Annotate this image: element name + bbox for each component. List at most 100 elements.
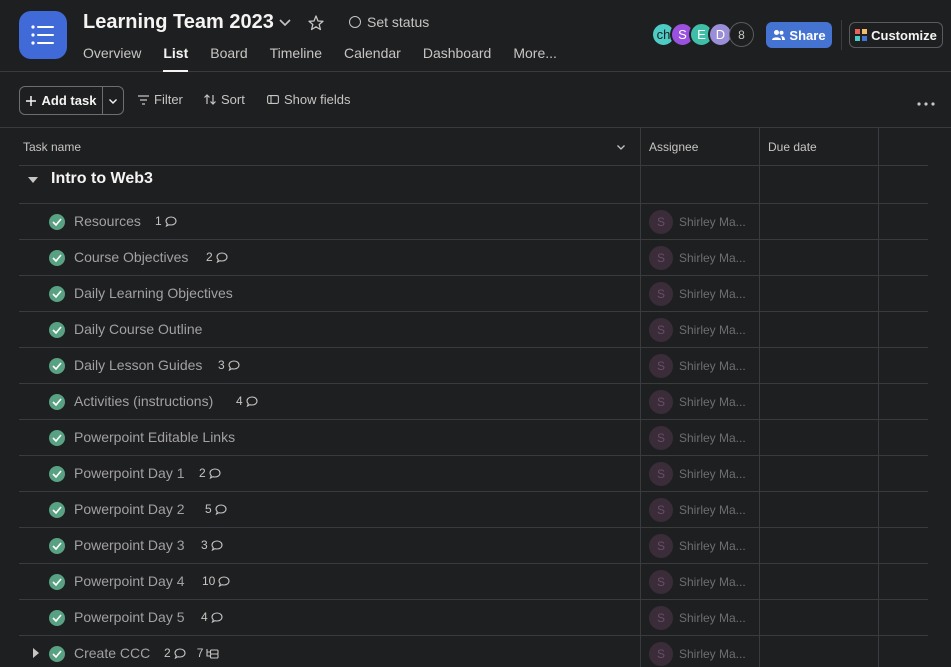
due-date-cell[interactable] (760, 312, 879, 348)
comment-count[interactable]: 5 (205, 502, 227, 516)
comment-count[interactable]: 2 (199, 466, 221, 480)
tab-list[interactable]: List (163, 45, 188, 72)
task-name[interactable]: Powerpoint Day 3 (74, 537, 185, 553)
due-date-cell[interactable] (760, 348, 879, 384)
due-date-cell[interactable] (760, 600, 879, 636)
due-date-cell[interactable] (760, 204, 879, 240)
member-avatars[interactable]: ch S E D 8 (651, 22, 754, 47)
task-row[interactable]: Daily Course Outline S Shirley Ma... (19, 312, 928, 348)
task-name[interactable]: Daily Course Outline (74, 321, 202, 337)
column-assignee[interactable]: Assignee (649, 128, 698, 166)
task-row[interactable]: Daily Lesson Guides 3 S Shirley Ma... (19, 348, 928, 384)
task-name[interactable]: Daily Lesson Guides (74, 357, 202, 373)
sort-button[interactable]: Sort (204, 92, 245, 107)
task-name[interactable]: Powerpoint Day 4 (74, 573, 185, 589)
comment-count[interactable]: 10 (202, 574, 230, 588)
task-name[interactable]: Powerpoint Editable Links (74, 429, 235, 445)
due-date-cell[interactable] (760, 492, 879, 528)
more-options-icon[interactable] (917, 90, 935, 111)
tab-dashboard[interactable]: Dashboard (423, 45, 492, 72)
task-name[interactable]: Course Objectives (74, 249, 188, 265)
tab-timeline[interactable]: Timeline (270, 45, 322, 72)
tab-calendar[interactable]: Calendar (344, 45, 401, 72)
completed-check-icon[interactable] (49, 646, 65, 662)
assignee-cell[interactable]: S Shirley Ma... (649, 210, 749, 234)
assignee-cell[interactable]: S Shirley Ma... (649, 426, 749, 450)
task-row[interactable]: Powerpoint Day 1 2 S Shirley Ma... (19, 456, 928, 492)
assignee-cell[interactable]: S Shirley Ma... (649, 462, 749, 486)
assignee-cell[interactable]: S Shirley Ma... (649, 246, 749, 270)
task-row[interactable]: Activities (instructions) 4 S Shirley Ma... (19, 384, 928, 420)
tab-more[interactable]: More... (513, 45, 557, 72)
task-name[interactable]: Resources (74, 213, 141, 229)
completed-check-icon[interactable] (49, 430, 65, 446)
completed-check-icon[interactable] (49, 502, 65, 518)
comment-count[interactable]: 4 (236, 394, 258, 408)
show-fields-button[interactable]: Show fields (267, 92, 350, 107)
due-date-cell[interactable] (760, 276, 879, 312)
assignee-cell[interactable]: S Shirley Ma... (649, 642, 749, 666)
comment-count[interactable]: 3 (218, 358, 240, 372)
task-row[interactable]: Powerpoint Editable Links S Shirley Ma... (19, 420, 928, 456)
task-name[interactable]: Powerpoint Day 2 (74, 501, 185, 517)
task-row[interactable]: Resources 1 S Shirley Ma... (19, 204, 928, 240)
project-title[interactable]: Learning Team 2023 (83, 11, 274, 34)
comment-count[interactable]: 1 (155, 214, 177, 228)
member-count[interactable]: 8 (729, 22, 754, 47)
task-name[interactable]: Create CCC (74, 645, 150, 661)
tab-board[interactable]: Board (210, 45, 247, 72)
due-date-cell[interactable] (760, 564, 879, 600)
task-name[interactable]: Daily Learning Objectives (74, 285, 233, 301)
list-app-icon[interactable] (19, 11, 67, 59)
completed-check-icon[interactable] (49, 358, 65, 374)
share-button[interactable]: Share (766, 22, 832, 48)
task-row[interactable]: Course Objectives 2 S Shirley Ma... (19, 240, 928, 276)
due-date-cell[interactable] (760, 240, 879, 276)
column-due-date[interactable]: Due date (768, 128, 817, 166)
customize-button[interactable]: Customize (849, 22, 943, 48)
comment-count[interactable]: 2 (206, 250, 228, 264)
star-icon[interactable] (307, 14, 325, 32)
add-task-dropdown[interactable] (103, 87, 123, 114)
task-row[interactable]: Powerpoint Day 3 3 S Shirley Ma... (19, 528, 928, 564)
assignee-cell[interactable]: S Shirley Ma... (649, 534, 749, 558)
due-date-cell[interactable] (760, 636, 879, 667)
task-row[interactable]: Create CCC 2 7 S Shirley Ma... (19, 636, 928, 667)
completed-check-icon[interactable] (49, 322, 65, 338)
assignee-cell[interactable]: S Shirley Ma... (649, 498, 749, 522)
assignee-cell[interactable]: S Shirley Ma... (649, 282, 749, 306)
comment-count[interactable]: 3 (201, 538, 223, 552)
chevron-down-icon[interactable] (277, 14, 293, 30)
task-row[interactable]: Powerpoint Day 4 10 S Shirley Ma... (19, 564, 928, 600)
due-date-cell[interactable] (760, 528, 879, 564)
filter-button[interactable]: Filter (138, 92, 183, 107)
due-date-cell[interactable] (760, 456, 879, 492)
completed-check-icon[interactable] (49, 394, 65, 410)
completed-check-icon[interactable] (49, 250, 65, 266)
chevron-down-icon[interactable] (616, 142, 626, 152)
due-date-cell[interactable] (760, 420, 879, 456)
completed-check-icon[interactable] (49, 610, 65, 626)
caret-down-icon[interactable] (27, 174, 39, 186)
comment-count[interactable]: 27 (164, 646, 219, 660)
task-row[interactable]: Powerpoint Day 5 4 S Shirley Ma... (19, 600, 928, 636)
add-task-button[interactable]: Add task (20, 87, 103, 114)
task-row[interactable]: Powerpoint Day 2 5 S Shirley Ma... (19, 492, 928, 528)
task-name[interactable]: Activities (instructions) (74, 393, 213, 409)
task-name[interactable]: Powerpoint Day 5 (74, 609, 185, 625)
assignee-cell[interactable]: S Shirley Ma... (649, 354, 749, 378)
assignee-cell[interactable]: S Shirley Ma... (649, 606, 749, 630)
column-task-name[interactable]: Task name (23, 128, 81, 166)
completed-check-icon[interactable] (49, 286, 65, 302)
tab-overview[interactable]: Overview (83, 45, 141, 72)
task-row[interactable]: Daily Learning Objectives S Shirley Ma... (19, 276, 928, 312)
section-title[interactable]: Intro to Web3 (51, 170, 153, 188)
due-date-cell[interactable] (760, 384, 879, 420)
task-name[interactable]: Powerpoint Day 1 (74, 465, 185, 481)
completed-check-icon[interactable] (49, 574, 65, 590)
set-status-button[interactable]: Set status (349, 14, 429, 30)
comment-count[interactable]: 4 (201, 610, 223, 624)
completed-check-icon[interactable] (49, 466, 65, 482)
caret-right-icon[interactable] (31, 647, 41, 659)
completed-check-icon[interactable] (49, 538, 65, 554)
